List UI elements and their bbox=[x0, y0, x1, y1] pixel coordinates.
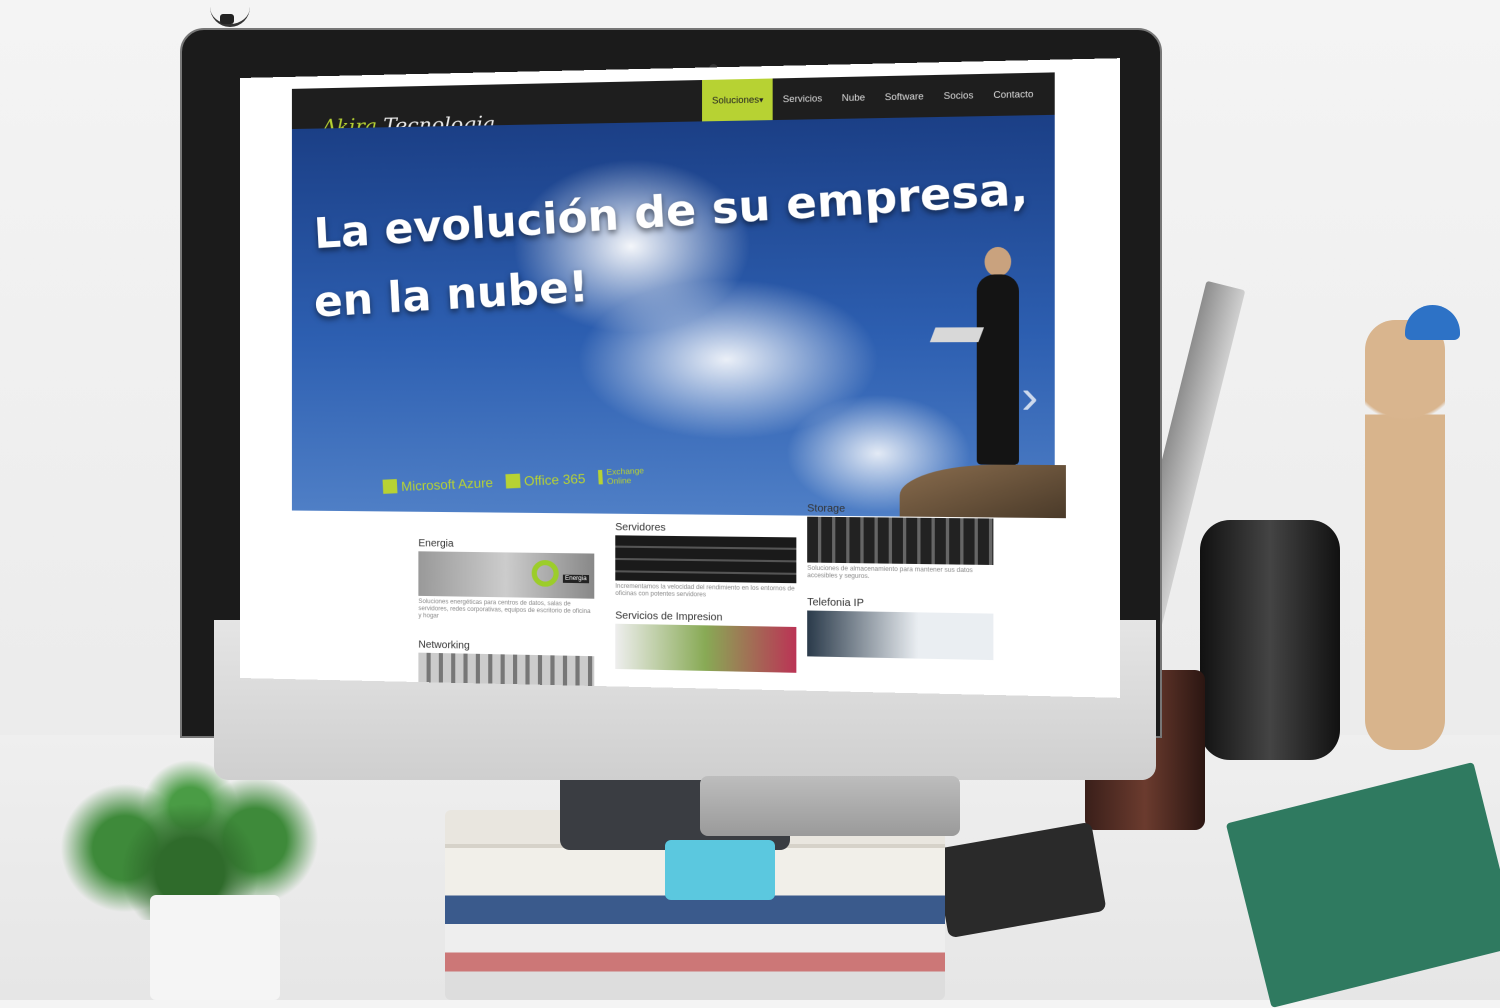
service-title: Networking bbox=[418, 639, 470, 652]
brand-label: Office 365 bbox=[523, 470, 586, 489]
nav-contacto[interactable]: Contacto bbox=[983, 73, 1043, 117]
service-servidores[interactable]: Servidores Incrementamos la velocidad de… bbox=[615, 521, 797, 601]
businessman bbox=[976, 274, 1019, 465]
hero-headline-line1: La evolución de su empresa, bbox=[312, 162, 1030, 259]
brand-azure: Microsoft Azure bbox=[382, 474, 494, 494]
laptop bbox=[929, 327, 985, 343]
screen: Akira Tecnologia Soluciones▾ Servicios Nu… bbox=[240, 58, 1120, 698]
service-title: Servidores bbox=[615, 521, 666, 534]
brand-exchange: Exchange Online bbox=[597, 466, 644, 487]
plant-pot bbox=[150, 895, 280, 1000]
service-image bbox=[807, 610, 994, 661]
services-grid: Energia Energia Soluciones energéticas p… bbox=[418, 503, 994, 698]
lamp-base bbox=[220, 14, 234, 24]
service-image bbox=[615, 623, 797, 673]
brand-office365: Office 365 bbox=[504, 470, 586, 489]
hero-banner: La evolución de su empresa, en la nube! … bbox=[291, 114, 1066, 519]
exchange-icon bbox=[597, 469, 603, 485]
hero-headline-line2: en la nube! bbox=[312, 261, 590, 327]
service-impresion[interactable]: Servicios de Impresion bbox=[615, 610, 797, 673]
service-title: Energia bbox=[418, 538, 454, 550]
service-title: Telefonia IP bbox=[807, 596, 864, 610]
service-title: Servicios de Impresion bbox=[615, 610, 723, 624]
brand-label: Microsoft Azure bbox=[400, 474, 494, 494]
service-storage[interactable]: Storage Soluciones de almacenamiento par… bbox=[807, 503, 994, 583]
website: Akira Tecnologia Soluciones▾ Servicios Nu… bbox=[291, 59, 1066, 698]
service-tag: Energia bbox=[562, 574, 589, 584]
main-nav: Soluciones▾ Servicios Nube Software Soci… bbox=[702, 73, 1043, 122]
search-icon bbox=[531, 559, 559, 587]
nav-software[interactable]: Software bbox=[875, 75, 934, 118]
service-desc: Soluciones de almacenamiento para manten… bbox=[807, 565, 973, 581]
office-icon bbox=[504, 473, 521, 489]
service-desc: Incrementamos la velocidad del rendimien… bbox=[615, 583, 795, 599]
service-telefonia[interactable]: Telefonia IP bbox=[807, 596, 994, 661]
nav-nube[interactable]: Nube bbox=[832, 76, 875, 119]
wooden-mannequin bbox=[1365, 320, 1445, 750]
service-image bbox=[807, 516, 994, 566]
service-desc: Soluciones energéticas para centros de d… bbox=[418, 598, 591, 620]
chevron-down-icon: ▾ bbox=[759, 95, 764, 105]
next-arrow-icon[interactable]: › bbox=[1021, 368, 1055, 423]
sponge bbox=[665, 840, 775, 900]
service-energia[interactable]: Energia Energia Soluciones energéticas p… bbox=[418, 538, 595, 623]
brand-label: Exchange Online bbox=[606, 465, 645, 487]
service-title: Storage bbox=[807, 503, 846, 515]
nav-socios[interactable]: Socios bbox=[934, 74, 984, 117]
imac-stand bbox=[700, 776, 960, 836]
nav-soluciones[interactable]: Soluciones▾ bbox=[702, 78, 774, 122]
nav-label: Soluciones bbox=[711, 94, 760, 106]
camera-lens bbox=[1200, 520, 1340, 760]
windows-icon bbox=[382, 479, 398, 494]
service-image bbox=[615, 535, 797, 584]
man-head bbox=[984, 246, 1012, 277]
mannequin-cap bbox=[1405, 305, 1460, 340]
brand-logos: Microsoft Azure Office 365 Exchange Onli… bbox=[382, 466, 644, 496]
nav-servicios[interactable]: Servicios bbox=[773, 77, 832, 120]
